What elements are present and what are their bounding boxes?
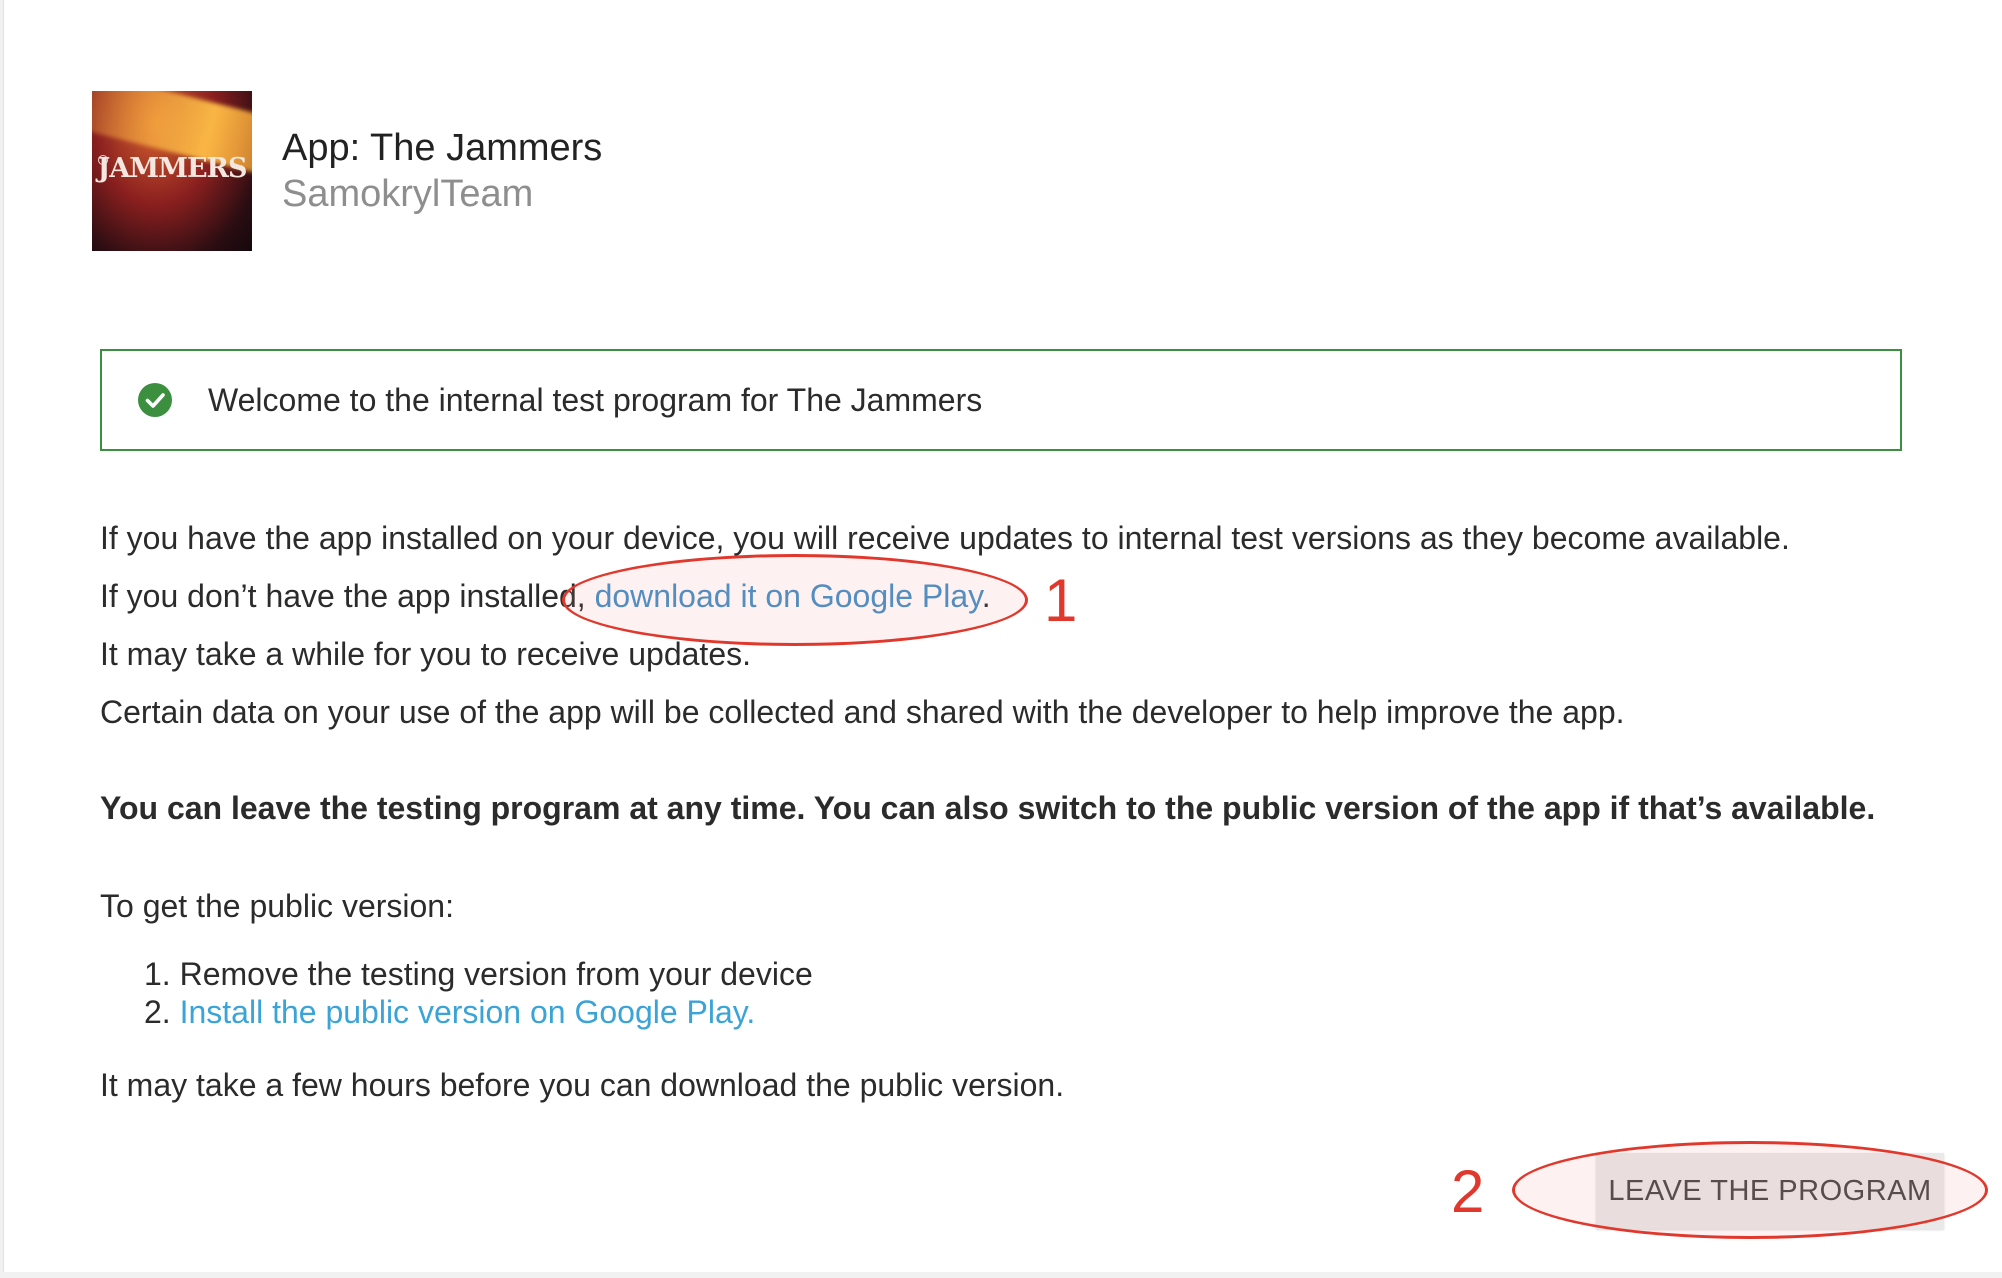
step-number: 2.: [144, 994, 171, 1030]
app-title: App: The Jammers: [282, 127, 603, 169]
install-public-version-link[interactable]: Install the public version on Google Pla…: [180, 994, 756, 1030]
info-line-updates: If you have the app installed on your de…: [100, 520, 1790, 556]
leave-notice: You can leave the testing program at any…: [100, 790, 1876, 826]
step-number: 1.: [144, 956, 171, 992]
download-google-play-link[interactable]: download it on Google Play: [595, 578, 982, 614]
app-icon-wordmark: JAMMERS: [97, 153, 247, 184]
welcome-banner: Welcome to the internal test program for…: [100, 349, 1902, 451]
check-circle-icon: [138, 383, 172, 417]
app-icon: JAMMERS: [92, 91, 252, 251]
app-header: JAMMERS App: The Jammers SamokrylTeam: [92, 91, 602, 251]
leave-program-button[interactable]: LEAVE THE PROGRAM: [1596, 1153, 1944, 1229]
public-version-footer: It may take a few hours before you can d…: [100, 1067, 1065, 1103]
step-item: 1. Remove the testing version from your …: [144, 955, 813, 993]
info-line-wait: It may take a while for you to receive u…: [100, 636, 751, 672]
info-line-install-suffix: .: [981, 578, 991, 614]
step-item: 2. Install the public version on Google …: [144, 993, 813, 1031]
info-line-install-prefix: If you don’t have the app installed,: [100, 578, 595, 614]
info-line-install: If you don’t have the app installed, dow…: [100, 578, 991, 615]
app-developer: SamokrylTeam: [282, 173, 534, 215]
public-version-steps: 1. Remove the testing version from your …: [144, 955, 813, 1031]
app-meta: App: The Jammers SamokrylTeam: [282, 125, 602, 217]
public-version-heading: To get the public version:: [100, 888, 454, 924]
step-text: Remove the testing version from your dev…: [179, 956, 813, 992]
welcome-message: Welcome to the internal test program for…: [208, 381, 983, 418]
info-line-data: Certain data on your use of the app will…: [100, 694, 1625, 730]
